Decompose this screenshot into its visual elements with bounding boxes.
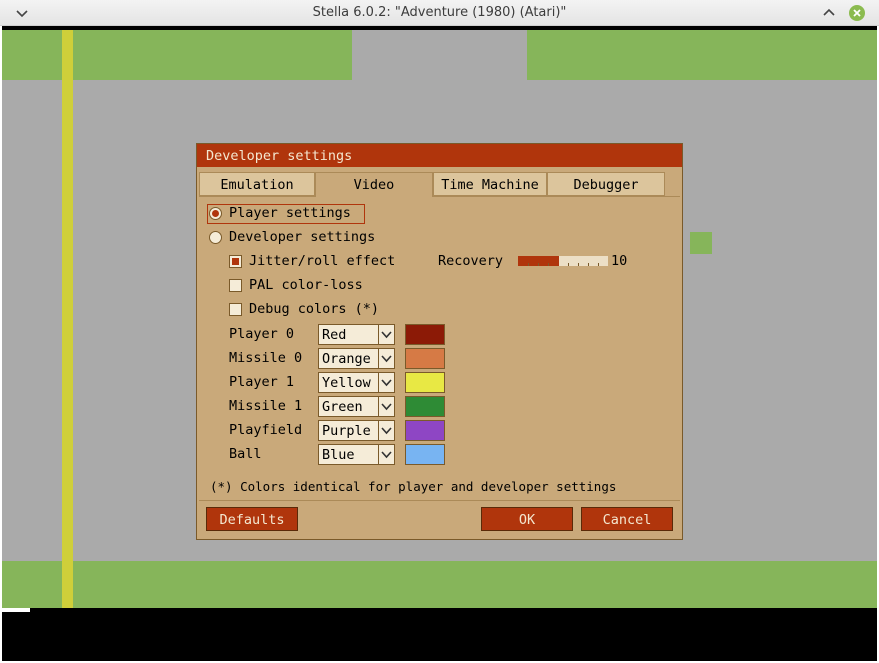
yellow-barrier	[62, 30, 73, 608]
tab-debugger[interactable]: Debugger	[547, 172, 665, 196]
player-square	[690, 232, 712, 254]
tab-time-machine[interactable]: Time Machine	[433, 172, 547, 196]
missile0-color-label: Missile 0	[229, 350, 303, 366]
window-close-icon[interactable]	[849, 5, 865, 21]
chevron-down-icon	[378, 421, 394, 440]
missile1-color-swatch	[405, 396, 445, 417]
debug-colors-checkbox[interactable]	[229, 303, 242, 316]
player0-color-label: Player 0	[229, 326, 295, 342]
playfield-color-label: Playfield	[229, 422, 303, 438]
colors-note: (*) Colors identical for player and deve…	[210, 479, 617, 494]
playfield-wall-top-right	[527, 30, 877, 80]
ball-color-swatch	[405, 444, 445, 465]
player-settings-label: Player settings	[229, 205, 351, 221]
chevron-down-icon	[378, 397, 394, 416]
missile0-color-swatch	[405, 348, 445, 369]
tab-divider	[199, 196, 315, 197]
select-value: Yellow	[322, 375, 371, 391]
playfield-color-swatch	[405, 420, 445, 441]
window-title: Stella 6.0.2: "Adventure (1980) (Atari)"	[312, 5, 567, 20]
select-value: Red	[322, 327, 347, 343]
recovery-value: 10	[611, 253, 628, 269]
slider-tick	[598, 263, 599, 266]
playfield-wall-bottom	[2, 561, 877, 608]
recovery-label: Recovery	[438, 253, 504, 269]
developer-settings-dialog: Developer settings Emulation Video Time …	[196, 143, 683, 540]
slider-tick	[538, 263, 539, 266]
slider-tick	[568, 263, 569, 266]
chevron-down-icon	[378, 373, 394, 392]
jitter-roll-checkbox[interactable]	[229, 255, 242, 268]
missile1-color-label: Missile 1	[229, 398, 303, 414]
screen-bottom-edge	[2, 608, 30, 612]
window-titlebar: Stella 6.0.2: "Adventure (1980) (Atari)"	[0, 0, 879, 26]
select-value: Blue	[322, 447, 355, 463]
playfield-color-select[interactable]: Purple	[318, 420, 395, 441]
pal-color-loss-checkbox[interactable]	[229, 279, 242, 292]
slider-tick	[548, 263, 549, 266]
chevron-down-icon	[378, 349, 394, 368]
pal-color-loss-label: PAL color-loss	[249, 277, 363, 293]
tab-divider	[433, 196, 680, 197]
chevron-down-icon	[378, 445, 394, 464]
chevron-down-icon	[378, 325, 394, 344]
slider-tick	[578, 263, 579, 266]
player1-color-select[interactable]: Yellow	[318, 372, 395, 393]
developer-settings-radio[interactable]	[209, 231, 222, 244]
playfield-wall-top-left	[2, 30, 352, 80]
player-settings-radio[interactable]	[209, 207, 222, 220]
player0-color-select[interactable]: Red	[318, 324, 395, 345]
ball-color-select[interactable]: Blue	[318, 444, 395, 465]
defaults-button[interactable]: Defaults	[206, 507, 298, 531]
debug-colors-label: Debug colors (*)	[249, 301, 380, 317]
player1-color-swatch	[405, 372, 445, 393]
ok-button[interactable]: OK	[481, 507, 573, 531]
slider-tick	[528, 263, 529, 266]
dialog-title: Developer settings	[197, 144, 682, 167]
slider-tick	[588, 263, 589, 266]
missile0-color-select[interactable]: Orange	[318, 348, 395, 369]
jitter-roll-label: Jitter/roll effect	[249, 253, 396, 269]
cancel-button[interactable]: Cancel	[581, 507, 673, 531]
select-value: Orange	[322, 351, 371, 367]
player0-color-swatch	[405, 324, 445, 345]
missile1-color-select[interactable]: Green	[318, 396, 395, 417]
player1-color-label: Player 1	[229, 374, 295, 390]
dialog-separator	[199, 500, 680, 501]
tab-emulation[interactable]: Emulation	[199, 172, 315, 196]
window-minimize-icon[interactable]	[821, 5, 837, 21]
select-value: Purple	[322, 423, 371, 439]
recovery-slider[interactable]	[518, 256, 608, 266]
developer-settings-label: Developer settings	[229, 229, 376, 245]
select-value: Green	[322, 399, 363, 415]
tab-video[interactable]: Video	[315, 172, 433, 197]
ball-color-label: Ball	[229, 446, 262, 462]
